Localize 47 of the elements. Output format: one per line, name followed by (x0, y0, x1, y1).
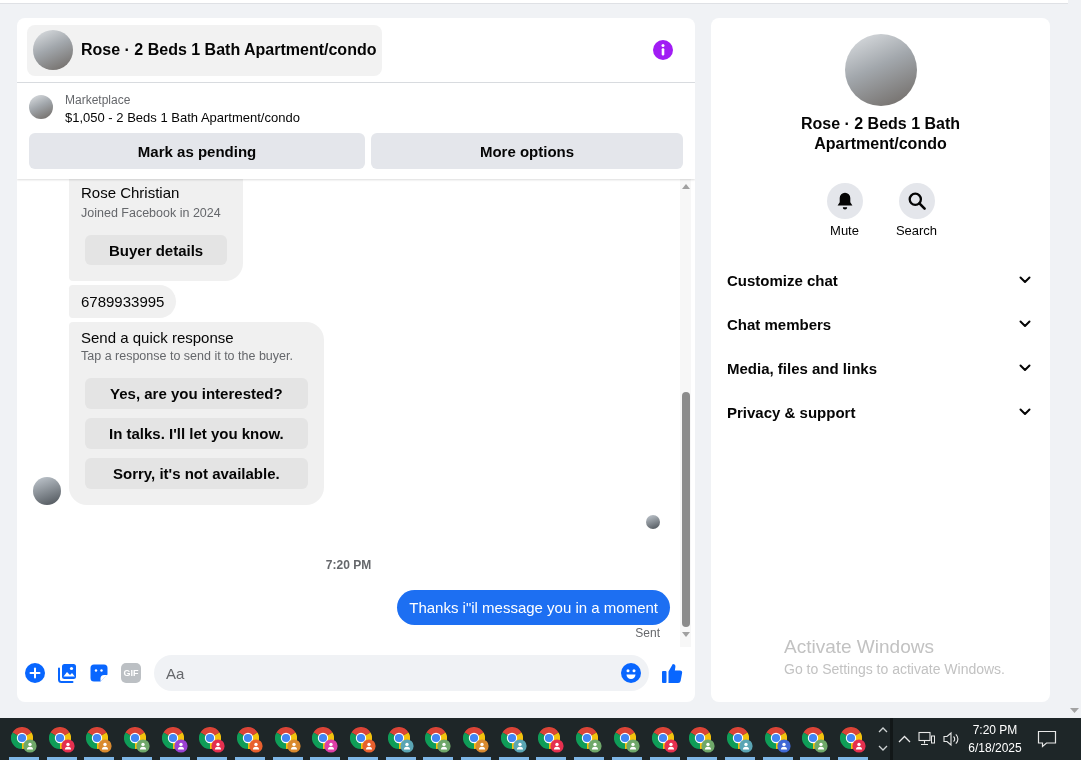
emoji-icon[interactable] (621, 663, 641, 683)
buyer-details-button[interactable]: Buyer details (85, 235, 228, 265)
conversation-name: Rose · 2 Beds 1 Bath Apartment/condo (799, 114, 962, 154)
image-icon[interactable] (57, 663, 77, 683)
message-bubble: Thanks i"il message you in a moment (397, 590, 670, 625)
scroll-down-icon[interactable] (878, 745, 888, 751)
buyer-name: Rose Christian (81, 183, 181, 203)
action-label: Search (895, 223, 938, 239)
listing-action-button[interactable]: Mark as pending (29, 133, 366, 169)
listing-source: Marketplace (65, 92, 131, 109)
chevron-up-icon[interactable] (897, 735, 911, 743)
info-icon[interactable] (653, 40, 673, 60)
quick-response-hint: Tap a response to send it to the buyer. (81, 348, 294, 364)
volume-icon[interactable] (942, 731, 960, 747)
scroll-up-icon[interactable] (878, 727, 888, 733)
photo-placeholder (33, 30, 73, 70)
conversation-title-button[interactable]: Rose · 2 Beds 1 Bath Apartment/condo (27, 24, 383, 76)
message-input[interactable]: Aa (154, 655, 649, 691)
buyer-joined-text: Joined Facebook in 2024 (81, 205, 222, 221)
quick-response-title: Send a quick response (81, 328, 235, 348)
quick-reply-button[interactable]: Sorry, it's not available. (85, 458, 308, 489)
quick-reply-button[interactable]: In talks. I'll let you know. (85, 418, 308, 449)
mute-button[interactable] (826, 183, 863, 219)
scrollbar-thumb[interactable] (681, 392, 690, 627)
search-button[interactable] (898, 183, 935, 219)
plus-circle-icon[interactable] (25, 663, 45, 683)
action-label: Mute (830, 223, 859, 239)
sticker-icon[interactable] (89, 663, 109, 683)
message-timestamp: 7:20 PM (325, 557, 372, 573)
activation-notice-text: Go to Settings to activate Windows. (784, 660, 1005, 679)
activation-notice-title: Activate Windows (784, 635, 934, 659)
clock-button[interactable]: 7:20 PM 6/18/2025 (963, 718, 1027, 760)
search-icon (906, 191, 927, 211)
section-header[interactable]: Privacy & support (727, 390, 1034, 434)
network-icon[interactable] (918, 731, 936, 747)
quick-reply-button[interactable]: Yes, are you interested? (85, 378, 308, 409)
read-receipt-avatar (646, 515, 660, 529)
section-header[interactable]: Media, files and links (727, 346, 1034, 390)
listing-title: $1,050 - 2 Beds 1 Bath Apartment/condo (65, 109, 300, 127)
listing-action-button[interactable]: More options (371, 133, 683, 169)
message-bubble: 6789933995 (69, 285, 177, 318)
photo-placeholder (29, 95, 53, 119)
notification-icon[interactable] (1037, 730, 1057, 748)
section-header[interactable]: Chat members (727, 302, 1034, 346)
message-status: Sent (635, 625, 660, 641)
thumbs-up-icon[interactable] (661, 662, 683, 684)
section-header[interactable]: Customize chat (727, 258, 1034, 302)
